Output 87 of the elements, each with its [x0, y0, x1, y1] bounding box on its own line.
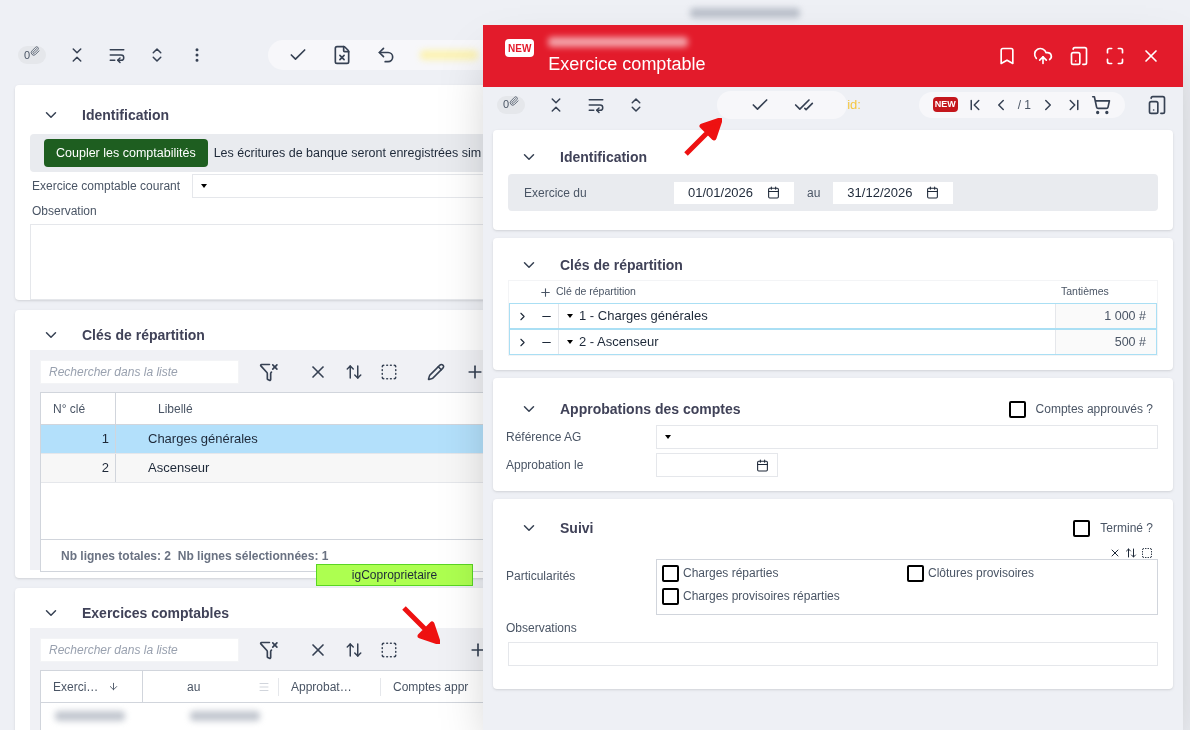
section-title: Suivi: [560, 518, 594, 538]
checkbox-label: Clôtures provisoires: [928, 565, 1035, 582]
info-text: Les écritures de banque seront enregistrées sim: [213, 144, 482, 162]
paperclip-icon: [509, 95, 520, 106]
section-title: Identification: [82, 105, 170, 125]
blurred-text: [55, 711, 125, 721]
checkbox[interactable]: [1073, 519, 1091, 537]
cloud-upload-icon[interactable]: [1033, 46, 1053, 66]
sort-icon[interactable]: [345, 641, 363, 659]
table-cell-text: Charges générales: [147, 430, 258, 449]
pencil-icon[interactable]: [427, 363, 445, 381]
field-label: Exercice comptable courant: [31, 178, 182, 195]
add-icon[interactable]: [539, 285, 552, 299]
field-label: Référence AG: [506, 429, 583, 446]
page-indicator: / 1: [1017, 96, 1031, 114]
caret-icon: [201, 184, 207, 188]
attachment-counter[interactable]: 0: [18, 46, 47, 64]
calendar-icon[interactable]: [926, 186, 940, 199]
table-cell-text: Ascenseur: [147, 459, 210, 478]
select-all-icon[interactable]: [380, 363, 398, 381]
filter-clear-icon[interactable]: [259, 362, 279, 382]
select-all-icon[interactable]: [380, 641, 398, 659]
section-title: Identification: [560, 147, 648, 167]
date-field[interactable]: 31/12/2026: [833, 181, 954, 204]
cart-icon[interactable]: [1091, 94, 1111, 115]
observations-field[interactable]: [508, 642, 1158, 666]
field-label: au: [807, 184, 821, 202]
table-cell: 2: [41, 454, 116, 482]
field-label: Exercice du: [524, 184, 588, 202]
column-header[interactable]: Approbat…: [278, 677, 380, 696]
column-header[interactable]: Comptes appr: [380, 677, 469, 696]
close-icon[interactable]: [1109, 547, 1121, 559]
bookmark-icon[interactable]: [997, 46, 1017, 66]
column-header: Tantièmes: [1060, 284, 1110, 300]
field-label: Approbation le: [506, 457, 585, 474]
device-icon[interactable]: [1069, 46, 1089, 66]
blurred-text: [420, 50, 479, 60]
search-field[interactable]: Rechercher dans la liste: [40, 638, 239, 662]
device-icon[interactable]: [1147, 94, 1167, 115]
sort-down-icon[interactable]: [108, 681, 120, 692]
calendar-icon[interactable]: [756, 458, 769, 472]
pointer-arrow: [682, 118, 722, 158]
sort-icon[interactable]: [1125, 547, 1137, 559]
checkbox[interactable]: [662, 587, 679, 605]
column-header[interactable]: Exerci…: [53, 677, 99, 696]
checkbox[interactable]: [662, 564, 679, 582]
column-header[interactable]: au: [143, 677, 258, 696]
paperclip-icon: [30, 46, 41, 56]
column-header[interactable]: N° clé: [41, 393, 116, 424]
maximize-icon[interactable]: [1105, 46, 1125, 66]
select-all-icon[interactable]: [1141, 547, 1153, 559]
calendar-icon[interactable]: [767, 186, 780, 199]
field-label: Observation: [31, 203, 98, 220]
delete-icon[interactable]: [332, 45, 353, 65]
checkbox-label: Terminé ?: [1100, 520, 1153, 537]
column-header[interactable]: Libellé: [116, 399, 193, 418]
pointer-arrow: [400, 604, 440, 644]
section-title: Clés de répartition: [560, 255, 683, 275]
date-field[interactable]: 01/01/2026: [674, 181, 794, 204]
filter-clear-icon[interactable]: [259, 640, 279, 660]
search-field[interactable]: Rechercher dans la liste: [40, 360, 239, 384]
caret-icon: [665, 435, 671, 439]
new-badge: NEW: [932, 97, 958, 112]
checkbox-label: Charges réparties: [683, 565, 779, 582]
checkbox[interactable]: [1008, 400, 1026, 418]
tag-label: igCoproprietaire: [316, 564, 473, 586]
field-label: Observations: [506, 620, 578, 637]
row-count-text: Nb lignes totales: 2 Nb lignes sélectionnées: 1: [61, 547, 329, 565]
table-cell: 1: [41, 425, 116, 453]
attachment-counter[interactable]: 0: [497, 95, 526, 114]
couple-button[interactable]: Coupler les comptabilités: [44, 139, 208, 167]
sort-icon[interactable]: [345, 363, 363, 381]
checkbox[interactable]: [907, 564, 924, 582]
wrap-icon[interactable]: [108, 46, 127, 64]
blurred-text: [190, 711, 260, 721]
field-label: Particularités: [506, 568, 577, 585]
checkbox-label: Charges provisoires réparties: [683, 588, 840, 605]
column-header: Clé de répartition: [556, 284, 637, 300]
date-field[interactable]: [656, 453, 778, 477]
dialog-title: Exercice comptable: [548, 52, 706, 76]
checkbox-label: Comptes approuvés ?: [1035, 401, 1153, 418]
id-label: id:: [847, 95, 861, 114]
section-title: Clés de répartition: [82, 325, 205, 345]
new-badge: NEW: [505, 39, 535, 57]
dropdown-field[interactable]: [656, 425, 1158, 449]
section-title: Approbations des comptes: [560, 399, 741, 419]
section-title: Exercices comptables: [82, 603, 230, 623]
